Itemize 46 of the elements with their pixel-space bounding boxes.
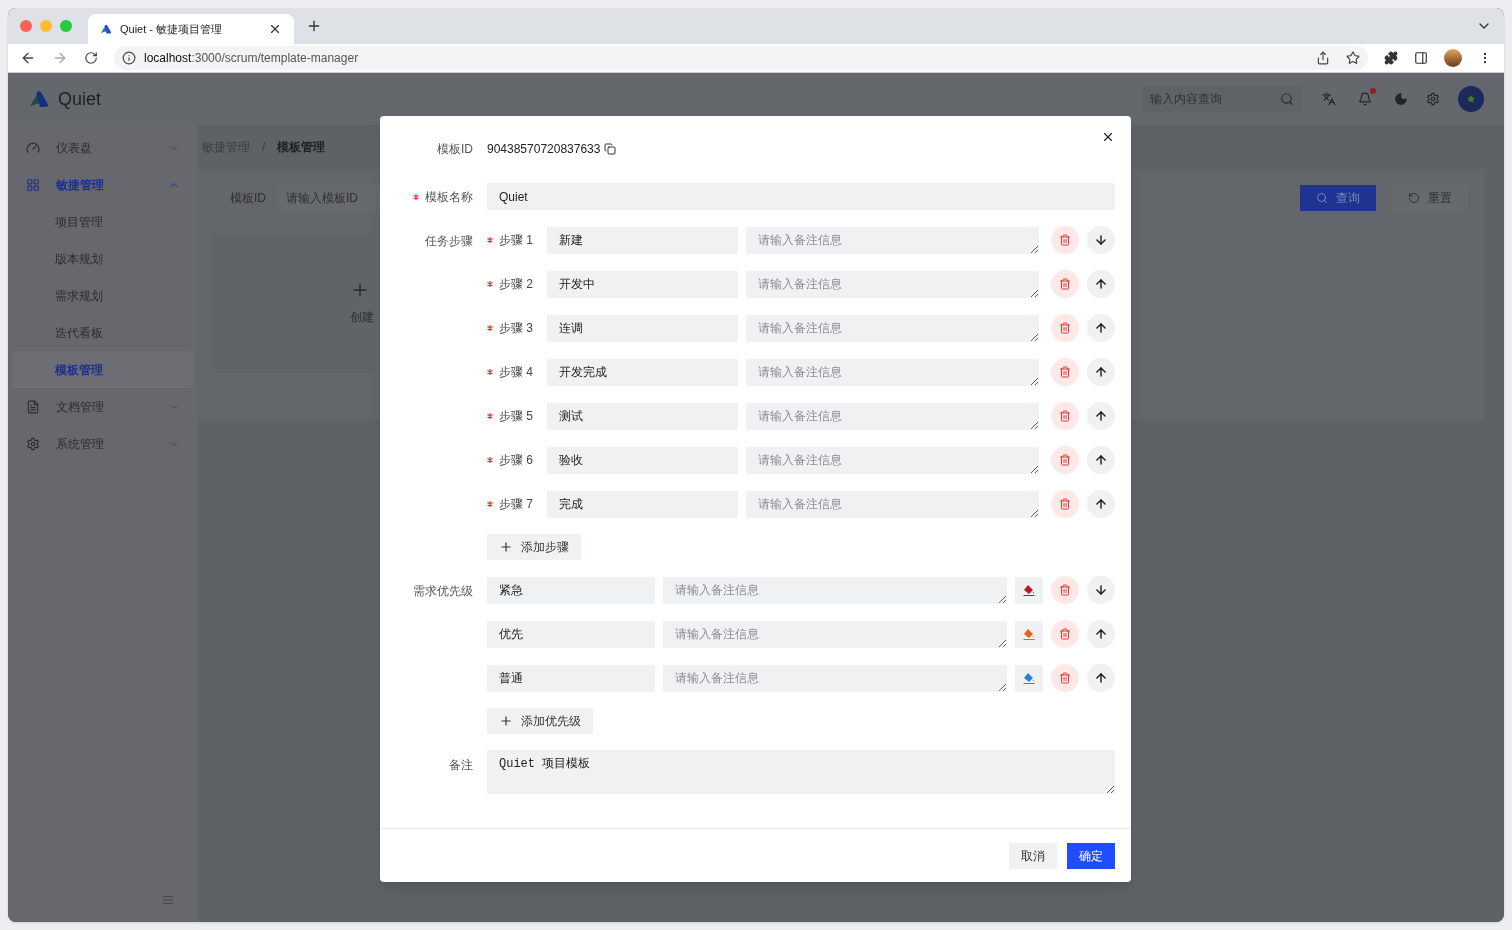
note-field[interactable]: 请输入备注信息 — [746, 226, 1039, 254]
field-label: 任务步骤 — [424, 233, 473, 250]
note-field[interactable]: 请输入备注信息 — [746, 358, 1039, 386]
note-field[interactable]: 请输入备注信息 — [746, 490, 1039, 518]
priority-name-field[interactable]: 紧急 — [487, 576, 655, 604]
note-field[interactable]: 请输入备注信息 — [663, 664, 1007, 692]
step-label: 步骤 3 — [499, 320, 533, 337]
step-label: 步骤 2 — [499, 276, 533, 293]
step-name-field[interactable]: 新建 — [547, 226, 738, 254]
note-field[interactable]: 请输入备注信息 — [746, 446, 1039, 474]
remark-field[interactable]: Quiet 项目模板 — [487, 750, 1115, 794]
step-label: 步骤 6 — [499, 452, 533, 469]
field-label: 模板名称 — [425, 188, 473, 206]
step-label: 步骤 1 — [499, 232, 533, 249]
add-step-button[interactable]: 添加步骤 — [487, 534, 581, 560]
step-name-field[interactable]: 测试 — [547, 402, 738, 430]
step-name-field[interactable]: 连调 — [547, 314, 738, 342]
priority-name-field[interactable]: 优先 — [487, 620, 655, 648]
template-name-field[interactable]: Quiet — [487, 183, 1115, 210]
field-label: 备注 — [448, 757, 473, 774]
field-label: 需求优先级 — [412, 583, 473, 600]
step-name-field[interactable]: 开发中 — [547, 270, 738, 298]
browser-tab[interactable]: Quiet - 敏捷项目管理 — [88, 14, 294, 44]
address-bar[interactable]: localhost:3000/scrum/template-manager — [114, 46, 1368, 70]
confirm-button[interactable]: 确定 — [1067, 842, 1115, 869]
note-field[interactable]: 请输入备注信息 — [746, 314, 1039, 342]
note-field[interactable]: 请输入备注信息 — [663, 576, 1007, 604]
cancel-button[interactable]: 取消 — [1009, 842, 1057, 869]
url-text: localhost:3000/scrum/template-manager — [144, 50, 360, 67]
note-field[interactable]: 请输入备注信息 — [746, 402, 1039, 430]
step-name-field[interactable]: 完成 — [547, 490, 738, 518]
step-label: 步骤 5 — [499, 408, 533, 425]
step-name-field[interactable]: 验收 — [547, 446, 738, 474]
field-label: 模板ID — [436, 141, 473, 158]
step-name-field[interactable]: 开发完成 — [547, 358, 738, 386]
tab-title: Quiet - 敏捷项目管理 — [120, 21, 224, 37]
brand-name: Quiet — [58, 87, 102, 111]
template-id-value: 90438570720837633 — [487, 141, 601, 158]
note-field[interactable]: 请输入备注信息 — [746, 270, 1039, 298]
step-label: 步骤 7 — [499, 496, 533, 513]
breadcrumb-item: 模板管理 — [277, 139, 326, 156]
priority-name-field[interactable]: 普通 — [487, 664, 655, 692]
note-field[interactable]: 请输入备注信息 — [663, 620, 1007, 648]
breadcrumb-separator: / — [262, 139, 266, 156]
add-priority-button[interactable]: 添加优先级 — [487, 708, 593, 734]
step-label: 步骤 4 — [499, 364, 533, 381]
